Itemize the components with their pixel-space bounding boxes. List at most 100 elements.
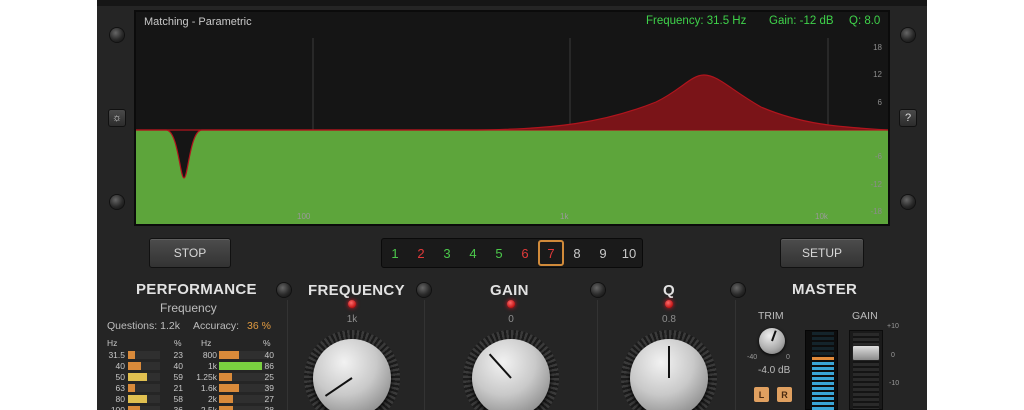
section-divider: [287, 300, 288, 410]
frequency-led: [348, 300, 356, 308]
eq-graph[interactable]: Matching - Parametric Frequency: 31.5 Hz…: [134, 10, 890, 226]
band-selector: 1 2 3 4 5 6 7 8 9 10: [381, 238, 643, 268]
stats-bar: [128, 384, 135, 392]
stats-pct-cell: 25: [264, 372, 274, 382]
section-divider: [424, 300, 425, 410]
gain-knob[interactable]: [463, 330, 559, 410]
stats-bar: [219, 406, 233, 410]
section-divider: [597, 300, 598, 410]
level-meter: [805, 330, 838, 410]
trim-value: -4.0 dB: [758, 365, 791, 376]
gain-title: GAIN: [490, 282, 529, 299]
band-button-7[interactable]: 7: [538, 240, 564, 266]
screw-icon: [901, 28, 915, 42]
accuracy-label: Accuracy:: [193, 320, 240, 332]
brightness-button[interactable]: ☼: [108, 109, 126, 127]
stats-hz-cell: 31.5: [108, 350, 125, 360]
q-knob[interactable]: [621, 330, 717, 410]
stats-hz-cell: 2.5k: [200, 405, 217, 410]
screw-icon: [277, 283, 291, 297]
green-band-fill: [136, 130, 888, 224]
stats-pct-cell: 40: [264, 350, 274, 360]
help-button[interactable]: ?: [899, 109, 917, 127]
q-led: [665, 300, 673, 308]
sun-icon: ☼: [111, 112, 123, 124]
db-tick-label: 6: [877, 98, 882, 107]
meter-segment: [812, 367, 834, 370]
stats-pct-cell: 21: [173, 383, 183, 393]
stats-bar: [219, 384, 239, 392]
band-button-5[interactable]: 5: [486, 240, 512, 266]
meter-segment: [812, 362, 834, 365]
screw-icon: [110, 195, 124, 209]
stop-button[interactable]: STOP: [149, 238, 231, 268]
stats-pct-cell: 27: [264, 394, 274, 404]
stats-pct-cell: 86: [264, 361, 274, 371]
stats-header-pct: %: [174, 338, 182, 348]
stats-hz-cell: 63: [115, 383, 125, 393]
meter-segment: [812, 402, 834, 405]
stats-hz-cell: 1.25k: [196, 372, 217, 382]
stats-header-hz: Hz: [107, 338, 118, 348]
gain-scale-label: 0: [891, 352, 895, 359]
gain-fader-track[interactable]: [849, 330, 883, 410]
stats-hz-cell: 50: [115, 372, 125, 382]
band-button-1[interactable]: 1: [382, 240, 408, 266]
trim-knob[interactable]: [759, 328, 785, 354]
performance-subtitle: Frequency: [160, 301, 217, 315]
stats-hz-cell: 1k: [208, 361, 217, 371]
stats-bar: [128, 351, 135, 359]
gain-led: [507, 300, 515, 308]
hz-tick-label: 1k: [560, 212, 569, 221]
stats-hz-cell: 1.6k: [200, 383, 217, 393]
gain-fader-handle[interactable]: [852, 345, 880, 361]
screw-icon: [731, 283, 745, 297]
section-divider: [735, 300, 736, 410]
setup-button[interactable]: SETUP: [780, 238, 864, 268]
stats-bar: [128, 406, 140, 410]
gain-scale-label: -10: [889, 380, 900, 387]
meter-segment: [812, 372, 834, 375]
stats-hz-cell: 2k: [208, 394, 217, 404]
stats-hz-cell: 800: [202, 350, 217, 360]
band-button-10[interactable]: 10: [616, 240, 642, 266]
frequency-title: FREQUENCY: [308, 282, 405, 299]
meter-segment: [812, 392, 834, 395]
band-button-9[interactable]: 9: [590, 240, 616, 266]
band-button-2[interactable]: 2: [408, 240, 434, 266]
meter-segment: [812, 347, 834, 350]
band-button-8[interactable]: 8: [564, 240, 590, 266]
stats-pct-cell: 40: [173, 361, 183, 371]
hz-tick-label: 10k: [815, 212, 828, 221]
left-channel-button[interactable]: L: [754, 387, 769, 402]
band-button-4[interactable]: 4: [460, 240, 486, 266]
eq-curve-svg: [136, 38, 888, 224]
db-tick-label: 18: [873, 43, 882, 52]
knob-cap: [472, 339, 550, 410]
top-bar: [97, 0, 927, 6]
screw-icon: [110, 28, 124, 42]
graph-title: Matching - Parametric: [144, 16, 252, 28]
stats-bar: [128, 395, 147, 403]
trim-max: 0: [786, 354, 790, 361]
meter-segment: [812, 387, 834, 390]
stats-pct-cell: 39: [264, 383, 274, 393]
meter-segment: [812, 397, 834, 400]
stats-hz-cell: 100: [110, 405, 125, 410]
frequency-knob[interactable]: [304, 330, 400, 410]
db-tick-label: 12: [873, 70, 882, 79]
q-readout: Q: 8.0: [849, 15, 881, 27]
band-button-3[interactable]: 3: [434, 240, 460, 266]
meter-segment: [812, 337, 834, 340]
knob-indicator: [771, 330, 777, 342]
right-channel-button[interactable]: R: [777, 387, 792, 402]
stats-bar: [219, 362, 262, 370]
stats-hz-cell: 40: [115, 361, 125, 371]
stats-bar: [128, 373, 147, 381]
meter-segment: [812, 342, 834, 345]
master-title: MASTER: [792, 281, 858, 298]
db-tick-label: -18: [870, 207, 882, 216]
stats-pct-cell: 59: [173, 372, 183, 382]
band-button-6[interactable]: 6: [512, 240, 538, 266]
frequency-readout: Frequency: 31.5 Hz: [646, 15, 747, 27]
